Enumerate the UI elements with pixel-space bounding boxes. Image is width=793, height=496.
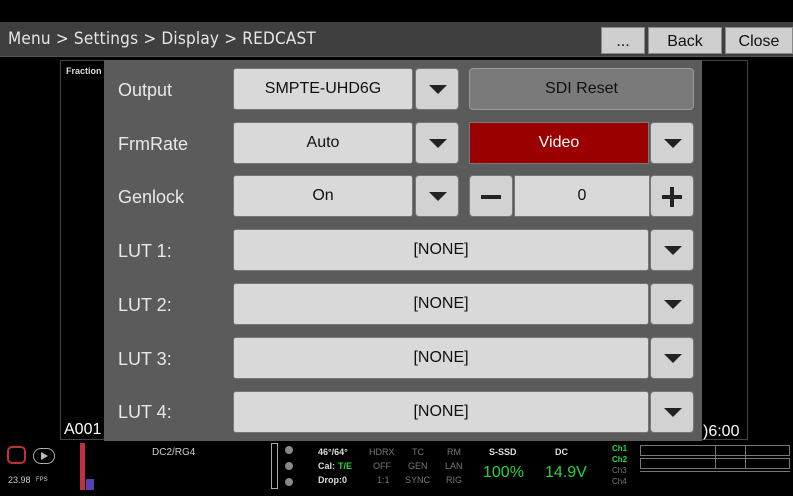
fps-unit: FPS <box>36 477 48 483</box>
lut1-label: LUT 1: <box>118 241 172 261</box>
clip-name: A001 <box>64 421 102 438</box>
output-dropdown-button[interactable] <box>415 68 459 110</box>
chevron-down-icon <box>664 300 682 309</box>
lut2-select[interactable]: [NONE] <box>233 283 649 325</box>
audio-meter-divider <box>640 471 790 472</box>
status-dot <box>285 478 293 486</box>
fraction-label: Fraction <box>66 66 102 76</box>
media-label: S-SSD <box>489 447 517 457</box>
lut4-select[interactable]: [NONE] <box>233 391 649 433</box>
lut3-dropdown-button[interactable] <box>650 337 694 379</box>
rm-label: RM <box>447 447 461 457</box>
more-button[interactable]: ... <box>601 27 645 54</box>
video-mode-select[interactable]: Video <box>469 122 649 164</box>
frmrate-dropdown-button[interactable] <box>415 122 459 164</box>
sdi-reset-button[interactable]: SDI Reset <box>469 68 694 110</box>
output-label: Output <box>118 80 173 100</box>
sensor-temp: 46°/64° <box>318 447 348 457</box>
lut3-label: LUT 3: <box>118 349 172 369</box>
tc-value: GEN <box>408 461 428 471</box>
status-dot <box>285 446 293 454</box>
top-strip <box>0 0 793 8</box>
lut1-dropdown-button[interactable] <box>650 229 694 271</box>
power-voltage: 14.9V <box>545 464 587 481</box>
tc-sync: SYNC <box>405 475 431 485</box>
ratio-value: 1:1 <box>377 475 390 485</box>
hdrx-value: OFF <box>373 461 391 471</box>
chevron-down-icon <box>664 354 682 363</box>
lut3-select[interactable]: [NONE] <box>233 337 649 379</box>
redcast-settings-panel: Output SMPTE-UHD6G SDI Reset FrmRate Aut… <box>104 60 702 441</box>
genlock-increment-button[interactable] <box>650 175 694 217</box>
audio-meter-bar <box>80 443 85 490</box>
media-remaining: 100% <box>483 464 524 481</box>
frmrate-label: FrmRate <box>118 134 189 154</box>
channel-label: Ch2 <box>612 455 628 464</box>
channel-label: Ch4 <box>612 477 627 486</box>
genlock-offset-value[interactable]: 0 <box>514 175 650 217</box>
audio-meter-tick <box>715 445 716 469</box>
cal-value: T/E <box>338 461 353 471</box>
power-label: DC <box>555 447 568 457</box>
histogram-icon <box>86 479 94 490</box>
timecode: )6:00 <box>703 423 740 440</box>
lut2-label: LUT 2: <box>118 295 172 315</box>
lut4-label: LUT 4: <box>118 402 172 422</box>
frmrate-select[interactable]: Auto <box>233 122 413 164</box>
cal-label: Cal: <box>318 461 336 471</box>
chevron-down-icon <box>664 408 682 417</box>
status-dot <box>285 462 293 470</box>
genlock-decrement-button[interactable] <box>469 175 513 217</box>
fps-value: 23.98 <box>8 475 31 485</box>
status-footer: 23.98 FPS DC2/RG4 46°/64° Cal: T/E Drop:… <box>0 441 793 496</box>
lut2-dropdown-button[interactable] <box>650 283 694 325</box>
chevron-down-icon <box>429 85 447 94</box>
chevron-down-icon <box>429 139 447 148</box>
tc-label: TC <box>412 447 424 457</box>
rm-rig: RIG <box>446 475 463 485</box>
drop-frames: Drop:0 <box>318 475 347 485</box>
minus-icon <box>481 195 501 199</box>
channel-label: Ch1 <box>612 444 628 453</box>
lut4-dropdown-button[interactable] <box>650 391 694 433</box>
hdrx-label: HDRX <box>369 447 395 457</box>
rm-value: LAN <box>445 461 463 471</box>
playback-icon[interactable] <box>33 448 55 464</box>
breadcrumb: Menu > Settings > Display > REDCAST <box>8 29 316 49</box>
close-button[interactable]: Close <box>725 27 793 54</box>
color-space: DC2/RG4 <box>152 447 196 458</box>
chevron-down-icon <box>429 192 447 201</box>
genlock-dropdown-button[interactable] <box>415 175 459 217</box>
output-select[interactable]: SMPTE-UHD6G <box>233 68 413 110</box>
menu-header: Menu > Settings > Display > REDCAST ... … <box>0 22 793 57</box>
chevron-down-icon <box>664 246 682 255</box>
chevron-down-icon <box>664 139 682 148</box>
audio-meter-tick <box>745 445 746 469</box>
level-indicator <box>271 443 278 489</box>
genlock-select[interactable]: On <box>233 175 413 217</box>
camera-record-icon[interactable] <box>7 446 26 464</box>
genlock-label: Genlock <box>118 187 185 207</box>
back-button[interactable]: Back <box>648 27 722 54</box>
video-mode-dropdown-button[interactable] <box>650 122 694 164</box>
channel-label: Ch3 <box>612 466 627 475</box>
lut1-select[interactable]: [NONE] <box>233 229 649 271</box>
